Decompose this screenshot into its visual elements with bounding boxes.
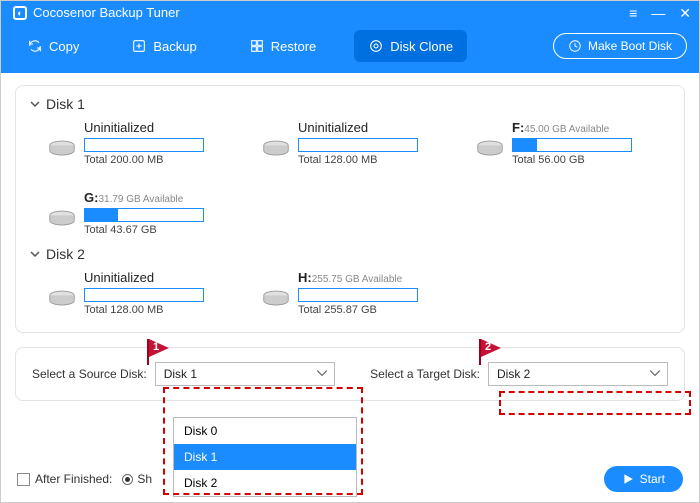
target-label: Select a Target Disk:	[370, 367, 480, 381]
shutdown-radio[interactable]	[122, 474, 133, 485]
chevron-down-icon	[316, 367, 328, 379]
clone-icon	[368, 38, 384, 54]
volume-item[interactable]: Uninitialized Total 128.00 MB	[262, 120, 452, 166]
app-logo: ◐	[13, 6, 27, 20]
disk-icon	[476, 138, 504, 158]
dropdown-option[interactable]: Disk 0	[174, 418, 356, 444]
boot-icon	[568, 39, 582, 53]
volume-item[interactable]: H:255.75 GB Available Total 255.87 GB	[262, 270, 452, 316]
disk-group-2: Disk 2 Uninitialized Total 128.00 MB	[30, 246, 670, 316]
chevron-down-icon	[30, 249, 40, 259]
copy-icon	[27, 38, 43, 54]
app-title: Cocosenor Backup Tuner	[33, 5, 180, 20]
after-finished-label: After Finished:	[35, 472, 112, 486]
menu-icon[interactable]: ≡	[629, 5, 637, 22]
disk-list-panel: Disk 1 Uninitialized Total 200.00 MB	[15, 85, 685, 333]
source-disk-select[interactable]: Disk 1	[155, 362, 335, 386]
close-icon[interactable]: ✕	[679, 5, 691, 22]
make-boot-disk-button[interactable]: Make Boot Disk	[553, 33, 687, 59]
titlebar: ◐ Cocosenor Backup Tuner	[1, 1, 699, 24]
disk-icon	[48, 138, 76, 158]
minimize-icon[interactable]: —	[651, 5, 665, 22]
disk-icon	[48, 288, 76, 308]
disk-icon	[262, 288, 290, 308]
volume-item[interactable]: Uninitialized Total 200.00 MB	[48, 120, 238, 166]
disk-icon	[48, 208, 76, 228]
chevron-down-icon	[649, 367, 661, 379]
callout-flag-1: 1	[147, 339, 171, 365]
copy-button[interactable]: Copy	[13, 30, 93, 62]
disk1-header[interactable]: Disk 1	[30, 96, 670, 112]
backup-button[interactable]: Backup	[117, 30, 210, 62]
play-icon	[622, 473, 634, 485]
backup-icon	[131, 38, 147, 54]
disk-clone-button[interactable]: Disk Clone	[354, 30, 467, 62]
disk2-header[interactable]: Disk 2	[30, 246, 670, 262]
start-button[interactable]: Start	[604, 466, 683, 492]
source-label: Select a Source Disk:	[32, 367, 147, 381]
restore-icon	[249, 38, 265, 54]
shutdown-label: Sh	[137, 472, 152, 486]
after-finished-checkbox[interactable]	[17, 473, 30, 486]
restore-button[interactable]: Restore	[235, 30, 331, 62]
callout-flag-2: 2	[479, 339, 503, 365]
selection-panel: Select a Source Disk: Disk 1 Select a Ta…	[15, 347, 685, 401]
volume-item[interactable]: G:31.79 GB Available Total 43.67 GB	[48, 190, 238, 236]
volume-item[interactable]: Uninitialized Total 128.00 MB	[48, 270, 238, 316]
volume-item[interactable]: F:45.00 GB Available Total 56.00 GB	[476, 120, 666, 166]
chevron-down-icon	[30, 99, 40, 109]
target-disk-select[interactable]: Disk 2	[488, 362, 668, 386]
disk-icon	[262, 138, 290, 158]
disk-group-1: Disk 1 Uninitialized Total 200.00 MB	[30, 96, 670, 236]
